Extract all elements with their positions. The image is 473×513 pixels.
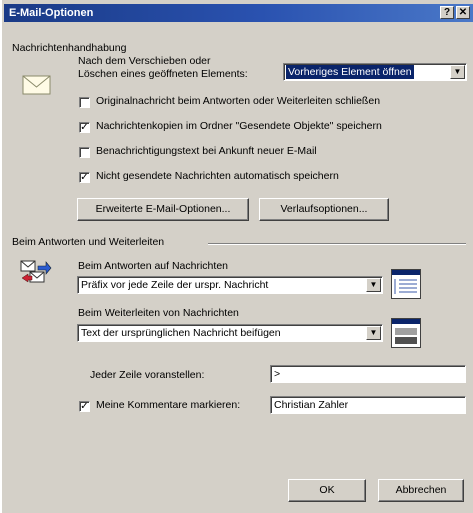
close-original-checkbox[interactable]: [79, 97, 90, 108]
reply-select-value: Präfix vor jede Zeile der urspr. Nachric…: [81, 279, 269, 291]
title-bar[interactable]: E-Mail-Optionen ? ✕: [4, 4, 473, 22]
reply-forward-icon: [20, 258, 52, 284]
prefix-input[interactable]: >: [270, 365, 466, 383]
handling-group-title: Nachrichtenhandhabung: [12, 42, 127, 54]
mark-comments-checkbox[interactable]: ✓: [79, 401, 90, 412]
group-divider: [208, 243, 466, 245]
forward-select-value: Text der ursprünglichen Nachricht beifüg…: [81, 327, 281, 339]
close-icon: ✕: [458, 7, 468, 18]
close-original-label: Originalnachricht beim Antworten oder We…: [96, 95, 381, 107]
after-move-select[interactable]: Vorheriges Element öffnen ▼: [283, 63, 467, 81]
reply-select[interactable]: Präfix vor jede Zeile der urspr. Nachric…: [77, 276, 383, 294]
mark-comments-input-value: Christian Zahler: [274, 399, 349, 411]
forward-label: Beim Weiterleiten von Nachrichten: [78, 307, 239, 319]
after-move-select-value: Vorheriges Element öffnen: [286, 65, 414, 79]
notify-checkbox[interactable]: [79, 147, 90, 158]
tracking-options-button[interactable]: Verlaufsoptionen...: [259, 198, 389, 221]
ok-button[interactable]: OK: [288, 479, 366, 502]
checkmark-icon: ✓: [80, 122, 89, 133]
reply-label: Beim Antworten auf Nachrichten: [78, 260, 228, 272]
reply-group-title: Beim Antworten und Weiterleiten: [12, 236, 165, 248]
checkmark-icon: ✓: [80, 401, 89, 412]
chevron-down-icon[interactable]: ▼: [450, 65, 465, 79]
forward-preview-icon: [391, 318, 421, 348]
close-button[interactable]: ✕: [456, 6, 470, 19]
forward-select[interactable]: Text der ursprünglichen Nachricht beifüg…: [77, 324, 383, 342]
save-copies-label: Nachrichtenkopien im Ordner "Gesendete O…: [96, 120, 382, 132]
chevron-down-icon[interactable]: ▼: [366, 326, 381, 340]
checkmark-icon: ✓: [80, 172, 89, 183]
save-copies-checkbox[interactable]: ✓: [79, 122, 90, 133]
mark-comments-input[interactable]: Christian Zahler: [270, 396, 466, 414]
autosave-checkbox[interactable]: ✓: [79, 172, 90, 183]
envelope-icon: [22, 74, 52, 96]
cancel-button[interactable]: Abbrechen: [378, 479, 464, 502]
move-label-line1: Nach dem Verschieben oder: [78, 55, 211, 67]
reply-preview-icon: [391, 269, 421, 299]
move-label-line2: Löschen eines geöffneten Elements:: [78, 68, 248, 80]
advanced-email-options-button[interactable]: Erweiterte E-Mail-Optionen...: [77, 198, 249, 221]
mark-comments-label: Meine Kommentare markieren:: [96, 399, 241, 411]
window-title: E-Mail-Optionen: [9, 7, 94, 19]
prefix-input-value: >: [274, 368, 281, 380]
notify-label: Benachrichtigungstext bei Ankunft neuer …: [96, 145, 317, 157]
help-button[interactable]: ?: [440, 6, 454, 19]
prefix-label: Jeder Zeile voranstellen:: [90, 369, 205, 381]
autosave-label: Nicht gesendete Nachrichten automatisch …: [96, 170, 339, 182]
chevron-down-icon[interactable]: ▼: [366, 278, 381, 292]
